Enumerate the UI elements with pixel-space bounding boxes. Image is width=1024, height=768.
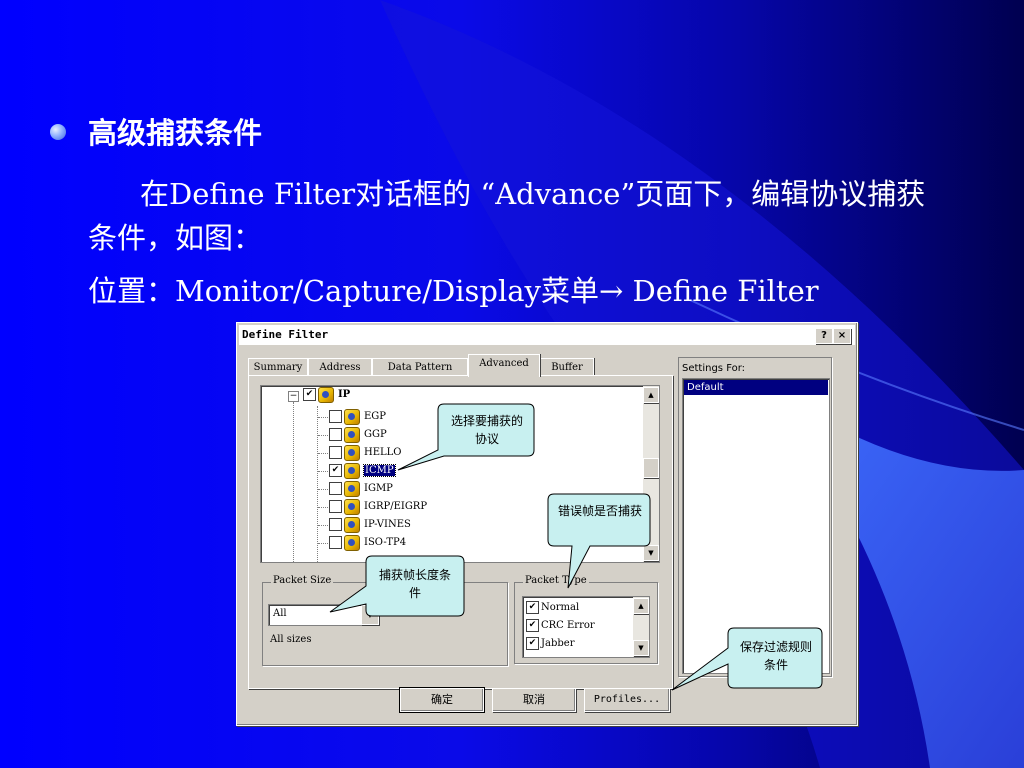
packet-type-list[interactable]: ✔ Normal ✔ CRC Error ✔ Jabber ▲ ▼: [522, 596, 650, 658]
tree-item-ip-vines[interactable]: IP-VINES: [329, 516, 411, 534]
protocol-icon: [344, 408, 360, 425]
settings-list[interactable]: Default: [682, 378, 830, 674]
callout-error-frame-text: 错误帧是否捕获: [558, 504, 643, 518]
profiles-button[interactable]: Profiles...: [584, 688, 670, 712]
tree-item-igrp-eigrp[interactable]: IGRP/EIGRP: [329, 498, 427, 516]
tree-item-ip[interactable]: ✔ IP: [303, 386, 350, 404]
checkbox-icon[interactable]: ✔: [526, 637, 539, 650]
tree-item-label: ICMP: [363, 464, 396, 477]
close-button[interactable]: ×: [833, 328, 851, 344]
checkbox-icon[interactable]: ✔: [329, 464, 342, 477]
body-line-1: 在Define Filter对话框的 “Advance”页面下，编辑协议捕获条件…: [88, 177, 926, 255]
tree-item-egp[interactable]: EGP: [329, 408, 386, 426]
dialog-title: Define Filter: [242, 328, 329, 341]
checkbox-icon[interactable]: [329, 446, 342, 459]
tree-item-label: EGP: [364, 411, 387, 422]
checkbox-icon[interactable]: [329, 536, 342, 549]
dialog-titlebar[interactable]: Define Filter ? ×: [239, 325, 855, 345]
packet-type-label: Jabber: [541, 638, 575, 649]
tree-item-iso-tp4[interactable]: ISO-TP4: [329, 534, 406, 552]
protocol-icon: [344, 534, 360, 551]
cancel-button[interactable]: 取消: [492, 688, 576, 712]
checkbox-icon[interactable]: [329, 518, 342, 531]
checkbox-icon[interactable]: [329, 500, 342, 513]
tree-item-icmp[interactable]: ✔ ICMP: [329, 462, 396, 480]
tree-item-label: IGMP: [364, 483, 393, 494]
packet-type-normal[interactable]: ✔ Normal: [526, 599, 579, 617]
tree-item-label: IP: [338, 389, 351, 400]
tree-scrollbar[interactable]: ▲ ▼: [643, 386, 659, 562]
ok-button[interactable]: 确定: [399, 687, 485, 713]
packet-type-jabber[interactable]: ✔ Jabber: [526, 635, 574, 653]
tree-item-label: GGP: [364, 429, 387, 440]
tree-item-hello[interactable]: HELLO: [329, 444, 402, 462]
slide-heading: 高级捕获条件: [88, 116, 263, 150]
scroll-up-icon[interactable]: ▲: [643, 387, 659, 403]
packet-type-crc-error[interactable]: ✔ CRC Error: [526, 617, 595, 635]
scroll-thumb[interactable]: [643, 458, 659, 478]
settings-item-default[interactable]: Default: [684, 380, 828, 395]
tree-item-label: IP-VINES: [364, 519, 411, 530]
packet-type-label: CRC Error: [541, 620, 595, 631]
tab-summary[interactable]: Summary: [248, 358, 308, 376]
settings-for-label: Settings For:: [682, 363, 746, 374]
tab-buffer[interactable]: Buffer: [540, 358, 594, 376]
checkbox-icon[interactable]: ✔: [526, 619, 539, 632]
packet-type-label: Packet Type: [523, 575, 589, 586]
scroll-down-icon[interactable]: ▼: [633, 640, 649, 656]
protocol-icon: [344, 516, 360, 533]
tree-item-ggp[interactable]: GGP: [329, 426, 387, 444]
dropdown-arrow-icon[interactable]: ▼: [361, 605, 379, 625]
scroll-down-icon[interactable]: ▼: [643, 545, 659, 561]
scroll-up-icon[interactable]: ▲: [633, 598, 649, 614]
callout-save-text: 保存过滤规则条件: [739, 640, 812, 672]
protocol-icon: [344, 480, 360, 497]
tab-advanced[interactable]: Advanced: [468, 354, 540, 377]
help-button[interactable]: ?: [815, 328, 833, 344]
tree-item-igmp[interactable]: IGMP: [329, 480, 393, 498]
protocol-icon: [344, 426, 360, 443]
checkbox-icon[interactable]: ✔: [526, 601, 539, 614]
tab-address[interactable]: Address: [308, 358, 372, 376]
tree-item-label: HELLO: [364, 447, 402, 458]
callout-frame-length-text: 捕获帧长度条件: [378, 568, 451, 600]
checkbox-icon[interactable]: [329, 428, 342, 441]
protocol-icon: [344, 444, 360, 461]
collapse-icon[interactable]: −: [288, 391, 299, 402]
tab-data-pattern[interactable]: Data Pattern: [372, 358, 468, 376]
packet-size-description: All sizes: [270, 634, 312, 645]
type-scrollbar[interactable]: ▲ ▼: [633, 597, 649, 657]
packet-size-select[interactable]: All ▼: [268, 604, 380, 626]
tree-item-label: ISO-TP4: [364, 537, 407, 548]
bullet-icon: [50, 124, 66, 140]
tree-item-label: IGRP/EIGRP: [364, 501, 428, 512]
packet-size-label: Packet Size: [271, 575, 334, 586]
protocol-icon: [344, 462, 360, 479]
checkbox-icon[interactable]: ✔: [303, 388, 316, 401]
packet-size-value: All: [273, 608, 287, 619]
slide-location-text: 位置：Monitor/Capture/Display菜单→ Define Fil…: [88, 274, 819, 308]
checkbox-icon[interactable]: [329, 410, 342, 423]
slide-body-text: 在Define Filter对话框的 “Advance”页面下，编辑协议捕获条件…: [88, 172, 938, 260]
checkbox-icon[interactable]: [329, 482, 342, 495]
protocol-icon: [344, 498, 360, 515]
packet-type-label: Normal: [541, 602, 580, 613]
callout-protocol-text: 选择要捕获的协议: [450, 414, 523, 446]
protocol-icon: [318, 386, 334, 403]
